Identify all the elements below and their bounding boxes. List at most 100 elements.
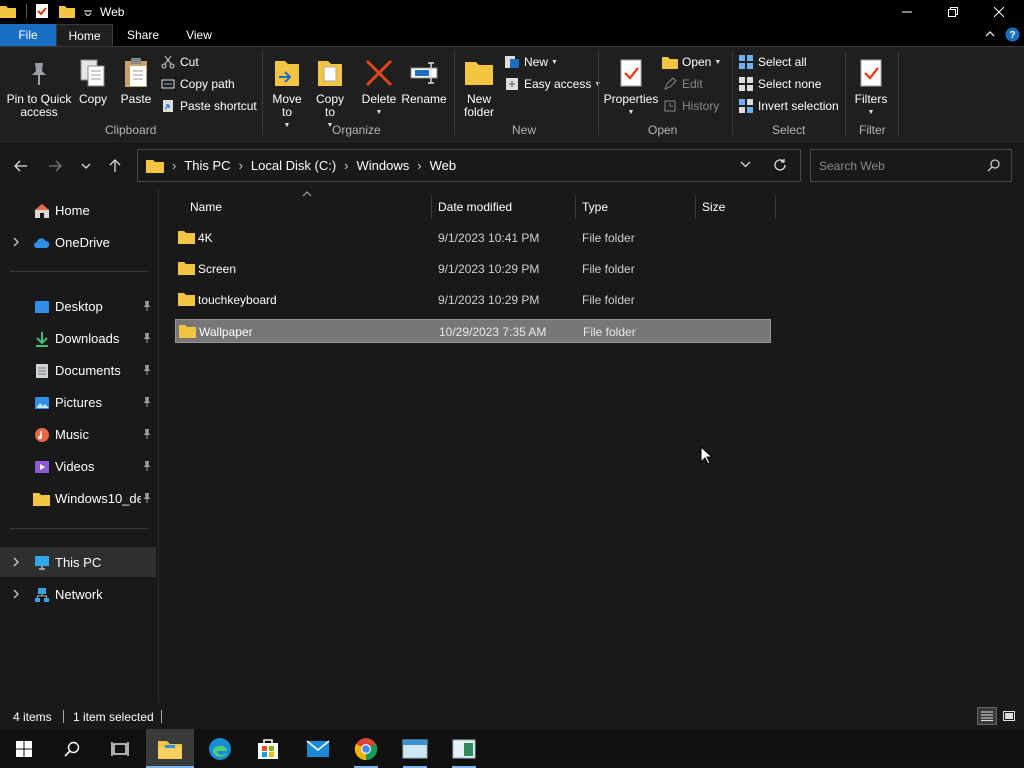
breadcrumb-web[interactable]: Web bbox=[430, 158, 457, 173]
store-icon bbox=[256, 737, 280, 761]
nav-item-windows10-defa[interactable]: Windows10_defa bbox=[0, 483, 156, 513]
address-dropdown-icon[interactable] bbox=[740, 160, 751, 168]
nav-item-home[interactable]: Home bbox=[0, 195, 156, 225]
pin-icon[interactable] bbox=[141, 332, 153, 344]
rename-button[interactable]: Rename bbox=[400, 53, 448, 106]
nav-item-onedrive[interactable]: OneDrive bbox=[0, 227, 156, 257]
new-folder-icon[interactable] bbox=[59, 4, 75, 18]
new-item-button[interactable]: New ▼ bbox=[504, 53, 558, 71]
file-row[interactable]: Screen 9/1/2023 10:29 PM File folder bbox=[175, 257, 771, 281]
pin-to-quick-access-button[interactable]: Pin to Quick access bbox=[6, 53, 72, 119]
tab-view[interactable]: View bbox=[176, 24, 222, 46]
paste-button[interactable]: Paste bbox=[118, 53, 154, 106]
column-divider[interactable] bbox=[431, 195, 432, 219]
column-header-date-modified[interactable]: Date modified bbox=[438, 195, 512, 219]
copy-path-button[interactable]: Copy path bbox=[160, 75, 235, 93]
properties-icon[interactable] bbox=[35, 3, 49, 19]
nav-item-this-pc[interactable]: This PC bbox=[0, 547, 156, 577]
file-row[interactable]: 4K 9/1/2023 10:41 PM File folder bbox=[175, 226, 771, 250]
tab-home[interactable]: Home bbox=[56, 24, 113, 46]
file-explorer-taskbar-button[interactable] bbox=[146, 729, 194, 768]
breadcrumb-this-pc[interactable]: This PC bbox=[184, 158, 230, 173]
new-folder-icon bbox=[464, 53, 494, 93]
nav-item-network[interactable]: Network bbox=[0, 579, 156, 609]
edge-taskbar-button[interactable] bbox=[196, 729, 244, 768]
minimize-button[interactable] bbox=[884, 0, 930, 24]
nav-item-music[interactable]: Music bbox=[0, 419, 156, 449]
file-type: File folder bbox=[583, 325, 636, 339]
back-button[interactable] bbox=[10, 155, 32, 177]
paste-shortcut-button[interactable]: Paste shortcut bbox=[160, 97, 257, 115]
column-divider[interactable] bbox=[775, 195, 776, 219]
copy-button[interactable]: Copy bbox=[76, 53, 110, 106]
app-taskbar-button[interactable] bbox=[391, 729, 439, 768]
pin-icon[interactable] bbox=[141, 300, 153, 312]
customize-qat-icon[interactable] bbox=[83, 6, 93, 16]
nav-item-videos[interactable]: Videos bbox=[0, 451, 156, 481]
task-view-button[interactable] bbox=[96, 729, 144, 768]
store-taskbar-button[interactable] bbox=[244, 729, 292, 768]
chevron-right-icon[interactable]: › bbox=[239, 158, 243, 173]
edit-button[interactable]: Edit bbox=[662, 75, 703, 93]
column-divider[interactable] bbox=[575, 195, 576, 219]
pin-icon[interactable] bbox=[141, 460, 153, 472]
invert-selection-button[interactable]: Invert selection bbox=[738, 97, 839, 115]
file-type: File folder bbox=[582, 262, 635, 276]
file-row[interactable]: touchkeyboard 9/1/2023 10:29 PM File fol… bbox=[175, 288, 771, 312]
expand-arrow-icon[interactable] bbox=[10, 588, 22, 600]
properties-button[interactable]: Properties ▼ bbox=[604, 53, 658, 119]
app-taskbar-button[interactable] bbox=[440, 729, 488, 768]
pin-icon[interactable] bbox=[141, 364, 153, 376]
expand-arrow-icon[interactable] bbox=[10, 556, 22, 568]
chevron-right-icon[interactable]: › bbox=[417, 158, 421, 173]
pin-icon[interactable] bbox=[141, 492, 153, 504]
chrome-taskbar-button[interactable] bbox=[342, 729, 390, 768]
pin-icon[interactable] bbox=[141, 428, 153, 440]
column-header-size[interactable]: Size bbox=[702, 195, 725, 219]
new-folder-button[interactable]: New folder bbox=[460, 53, 498, 119]
select-none-button[interactable]: Select none bbox=[738, 75, 821, 93]
chevron-right-icon[interactable]: › bbox=[344, 158, 348, 173]
search-icon[interactable] bbox=[987, 159, 1000, 172]
file-row-selected[interactable]: Wallpaper 10/29/2023 7:35 AM File folder bbox=[175, 319, 771, 343]
move-to-button[interactable]: Move to ▼ bbox=[268, 53, 306, 132]
column-divider[interactable] bbox=[695, 195, 696, 219]
pin-icon[interactable] bbox=[141, 396, 153, 408]
search-input[interactable] bbox=[819, 158, 979, 174]
refresh-icon[interactable] bbox=[773, 158, 787, 172]
address-bar[interactable]: › This PC › Local Disk (C:) › Windows › … bbox=[137, 149, 801, 182]
nav-item-documents[interactable]: Documents bbox=[0, 355, 156, 385]
start-button[interactable] bbox=[0, 729, 48, 768]
mail-taskbar-button[interactable] bbox=[294, 729, 342, 768]
filters-button[interactable]: Filters ▼ bbox=[851, 53, 891, 119]
tab-share[interactable]: Share bbox=[120, 24, 166, 46]
copy-to-button[interactable]: Copy to ▼ bbox=[312, 53, 348, 132]
nav-item-pictures[interactable]: Pictures bbox=[0, 387, 156, 417]
breadcrumb-local-disk[interactable]: Local Disk (C:) bbox=[251, 158, 336, 173]
expand-arrow-icon[interactable] bbox=[10, 236, 22, 248]
easy-access-button[interactable]: Easy access ▼ bbox=[504, 75, 601, 93]
open-button[interactable]: Open ▼ bbox=[662, 53, 721, 71]
nav-item-downloads[interactable]: Downloads bbox=[0, 323, 156, 353]
pane-splitter[interactable] bbox=[158, 189, 159, 703]
tab-file[interactable]: File bbox=[0, 24, 56, 46]
column-header-type[interactable]: Type bbox=[582, 195, 608, 219]
expand-ribbon-icon[interactable] bbox=[984, 28, 996, 40]
large-icons-view-button[interactable] bbox=[999, 707, 1019, 725]
delete-button[interactable]: Delete ▼ bbox=[360, 53, 398, 119]
help-icon[interactable]: ? bbox=[1005, 27, 1020, 42]
up-button[interactable] bbox=[104, 155, 126, 177]
search-taskbar-button[interactable] bbox=[48, 729, 96, 768]
column-header-name[interactable]: Name bbox=[190, 195, 222, 219]
close-button[interactable] bbox=[976, 0, 1022, 24]
breadcrumb-windows[interactable]: Windows bbox=[357, 158, 410, 173]
nav-item-desktop[interactable]: Desktop bbox=[0, 291, 156, 321]
forward-button[interactable] bbox=[44, 155, 66, 177]
history-button[interactable]: History bbox=[662, 97, 719, 115]
restore-button[interactable] bbox=[930, 0, 976, 24]
details-view-button[interactable] bbox=[977, 707, 997, 725]
select-all-button[interactable]: Select all bbox=[738, 53, 807, 71]
file-date: 9/1/2023 10:29 PM bbox=[438, 293, 540, 307]
recent-locations-button[interactable] bbox=[75, 155, 97, 177]
cut-button[interactable]: Cut bbox=[160, 53, 199, 71]
